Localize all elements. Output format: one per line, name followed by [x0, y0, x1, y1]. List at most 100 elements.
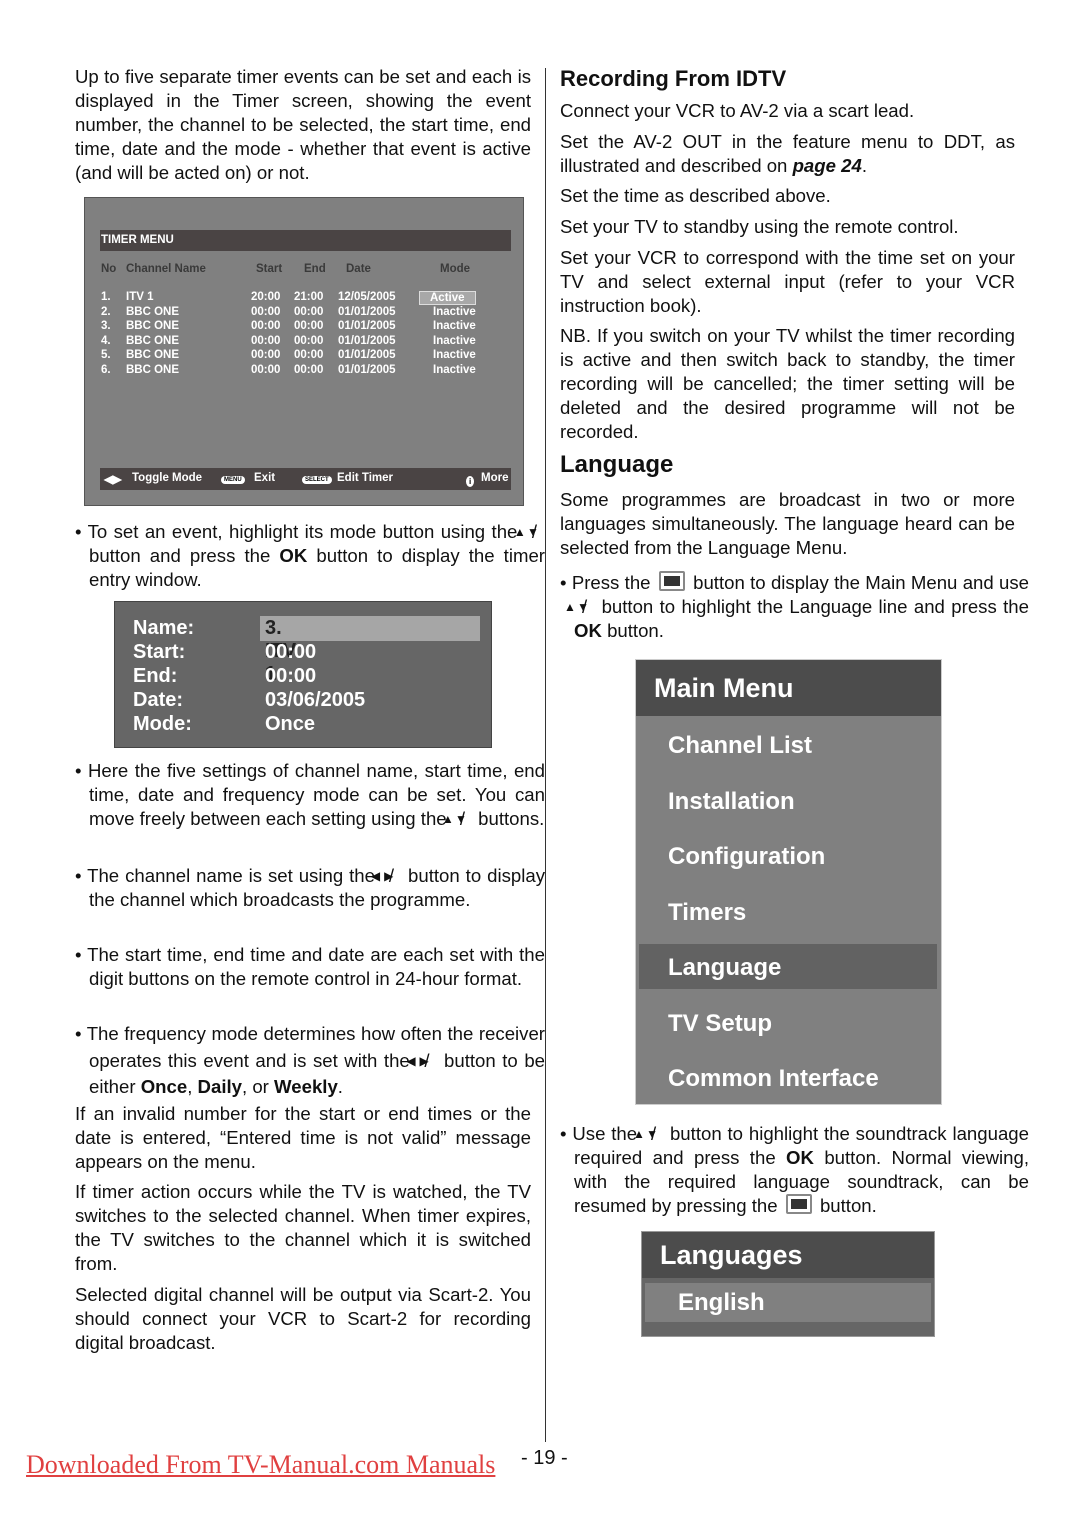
timer-cell-mode[interactable]: Active [419, 291, 476, 305]
timer-cell-date: 01/01/2005 [338, 334, 396, 347]
col-end: End [304, 263, 326, 275]
timer-row[interactable]: 3. BBC ONE 00:00 00:00 01/01/2005 Inactive [85, 320, 523, 335]
entry-field[interactable]: End: 00:00 [133, 665, 316, 689]
timer-cell-start: 00:00 [251, 363, 281, 376]
col-no: No [101, 263, 117, 275]
entry-field[interactable]: Start: 00:00 [133, 641, 316, 665]
para-vcr-correspond: Set your VCR to correspond with the time… [560, 247, 1015, 316]
manual-page: Up to five separate timer events can be … [0, 0, 1080, 1526]
entry-label: Start: [133, 641, 186, 663]
col-date: Date [346, 263, 371, 275]
timer-cell-channel: BBC ONE [126, 363, 180, 376]
timer-cell-mode[interactable]: Inactive [433, 306, 476, 318]
main-menu-item-language[interactable]: Language [639, 944, 937, 989]
timer-cell-mode[interactable]: Inactive [433, 320, 476, 332]
entry-field[interactable]: Mode: Once [133, 713, 315, 737]
main-menu-item-installation[interactable]: Installation [639, 778, 937, 823]
timer-cell-date: 01/01/2005 [338, 305, 396, 318]
timer-cell-no: 5. [101, 349, 111, 361]
timer-cell-channel: BBC ONE [126, 334, 180, 347]
timer-cell-end: 00:00 [294, 305, 324, 318]
timer-menu-titlebar: TIMER MENU [100, 230, 511, 251]
timer-cell-channel: BBC ONE [126, 320, 180, 332]
language-item-english[interactable]: English [645, 1283, 931, 1322]
entry-label: Name: [133, 617, 195, 639]
col-mode: Mode [440, 263, 471, 275]
left-right-arrows-icon: ◀▶ [104, 474, 122, 486]
main-menu-item-channel-list[interactable]: Channel List [639, 722, 937, 767]
timer-entry-window: Name: 3. ITV 1 Start: 00:00 End: 00:00 Date: 03… [114, 601, 492, 748]
timer-cell-date: 01/01/2005 [338, 349, 396, 361]
para-nb: NB. If you switch on your TV whilst the … [560, 325, 1015, 442]
timer-menu-footer: ◀▶ Toggle Mode MENU Exit SELECT Edit Tim… [100, 468, 511, 490]
timer-cell-date: 01/01/2005 [338, 363, 396, 376]
bullet-digit-buttons: • The start time, end time and date are … [75, 944, 545, 989]
timer-cell-no: 6. [101, 363, 111, 376]
entry-value[interactable]: 00:00 [265, 641, 316, 664]
entry-value[interactable]: 00:00 [265, 665, 316, 688]
timer-cell-end: 00:00 [294, 334, 324, 347]
timer-cell-mode[interactable]: Inactive [433, 335, 476, 347]
column-divider [545, 68, 546, 1442]
exit-hint: Exit [254, 472, 276, 484]
timer-menu-title: TIMER MENU [101, 234, 174, 246]
timer-row[interactable]: 2. BBC ONE 00:00 00:00 01/01/2005 Inactive [85, 306, 523, 321]
timer-cell-mode[interactable]: Inactive [433, 349, 476, 361]
timer-cell-end: 00:00 [294, 363, 324, 376]
entry-label: Mode: [133, 713, 192, 735]
col-start: Start [256, 263, 283, 275]
bullet-channel-name: • The channel name is set using the ◀/▶ … [75, 865, 546, 910]
menu-button-icon [658, 571, 685, 591]
page-number: - 19 - [521, 1447, 568, 1469]
bullet-settings: • Here the five settings of channel name… [75, 760, 545, 829]
bullet-press-menu: • Press the button to display the Main M… [560, 571, 1030, 641]
para-connect-vcr: Connect your VCR to AV-2 via a scart lea… [560, 100, 915, 121]
entry-value[interactable]: Once [265, 713, 315, 736]
menu-button-icon [785, 1194, 812, 1214]
bullet-use-arrows: • Use the ▲/▼ button to highlight the so… [560, 1123, 1030, 1216]
timer-row[interactable]: 4. BBC ONE 00:00 00:00 01/01/2005 Inactive [85, 335, 523, 350]
timer-cell-channel: BBC ONE [126, 305, 180, 318]
intro-paragraph: Up to five separate timer events can be … [75, 66, 531, 183]
main-menu-item-configuration[interactable]: Configuration [639, 833, 937, 878]
timer-cell-no: 3. [101, 320, 111, 332]
para-av2-out: Set the AV-2 OUT in the feature menu to … [560, 131, 1015, 176]
heading-language: Language [560, 451, 674, 478]
entry-field[interactable]: Date: 03/06/2005 [133, 689, 365, 713]
timer-cell-end: 00:00 [294, 320, 324, 332]
timer-cell-start: 00:00 [251, 305, 281, 318]
timer-cell-end: 00:00 [294, 349, 324, 361]
main-menu-item-tv-setup[interactable]: TV Setup [639, 1000, 937, 1045]
timer-action-paragraph: If timer action occurs while the TV is w… [75, 1181, 531, 1274]
para-set-time: Set the time as described above. [560, 185, 831, 206]
timer-row[interactable]: 6. BBC ONE 00:00 00:00 01/01/2005 Inactive [85, 364, 523, 379]
timer-cell-start: 00:00 [251, 334, 281, 347]
timer-cell-start: 20:00 [251, 291, 281, 303]
timer-cell-start: 00:00 [251, 320, 281, 332]
main-menu-header: Main Menu [636, 660, 941, 716]
timer-row[interactable]: 5. BBC ONE 00:00 00:00 01/01/2005 Inactive [85, 349, 523, 364]
entry-field[interactable]: Name: 3. ITV 1 [133, 617, 296, 685]
page-reference: page 24 [792, 155, 862, 176]
languages-menu-screen: Languages English [641, 1231, 935, 1337]
timer-menu-screen: TIMER MENU No Channel Name Start End Dat… [84, 197, 524, 506]
timer-cell-mode[interactable]: Inactive [433, 364, 476, 376]
timer-cell-channel: ITV 1 [126, 291, 154, 303]
entry-value[interactable]: 03/06/2005 [265, 689, 365, 712]
bullet-frequency-mode: • The frequency mode determines how ofte… [75, 1023, 546, 1097]
timer-cell-end: 21:00 [294, 291, 324, 303]
edit-timer-hint: Edit Timer [337, 472, 394, 484]
entry-label: Date: [133, 689, 184, 711]
main-menu-item-timers[interactable]: Timers [639, 889, 937, 934]
heading-recording: Recording From IDTV [560, 66, 787, 91]
languages-header: Languages [642, 1232, 934, 1278]
bullet-set-event: • To set an event, highlight its mode bu… [75, 521, 545, 590]
para-standby: Set your TV to standby using the remote … [560, 216, 959, 237]
timer-cell-channel: BBC ONE [126, 349, 180, 361]
main-menu-item-common-interface[interactable]: Common Interface [639, 1055, 937, 1100]
timer-cell-no: 2. [101, 305, 111, 318]
timer-row[interactable]: 1. ITV 1 20:00 21:00 12/05/2005 Active [85, 291, 523, 306]
more-hint: More [481, 472, 509, 484]
timer-cell-start: 00:00 [251, 349, 281, 361]
download-source-link[interactable]: Downloaded From TV-Manual.com Manuals [26, 1450, 495, 1480]
